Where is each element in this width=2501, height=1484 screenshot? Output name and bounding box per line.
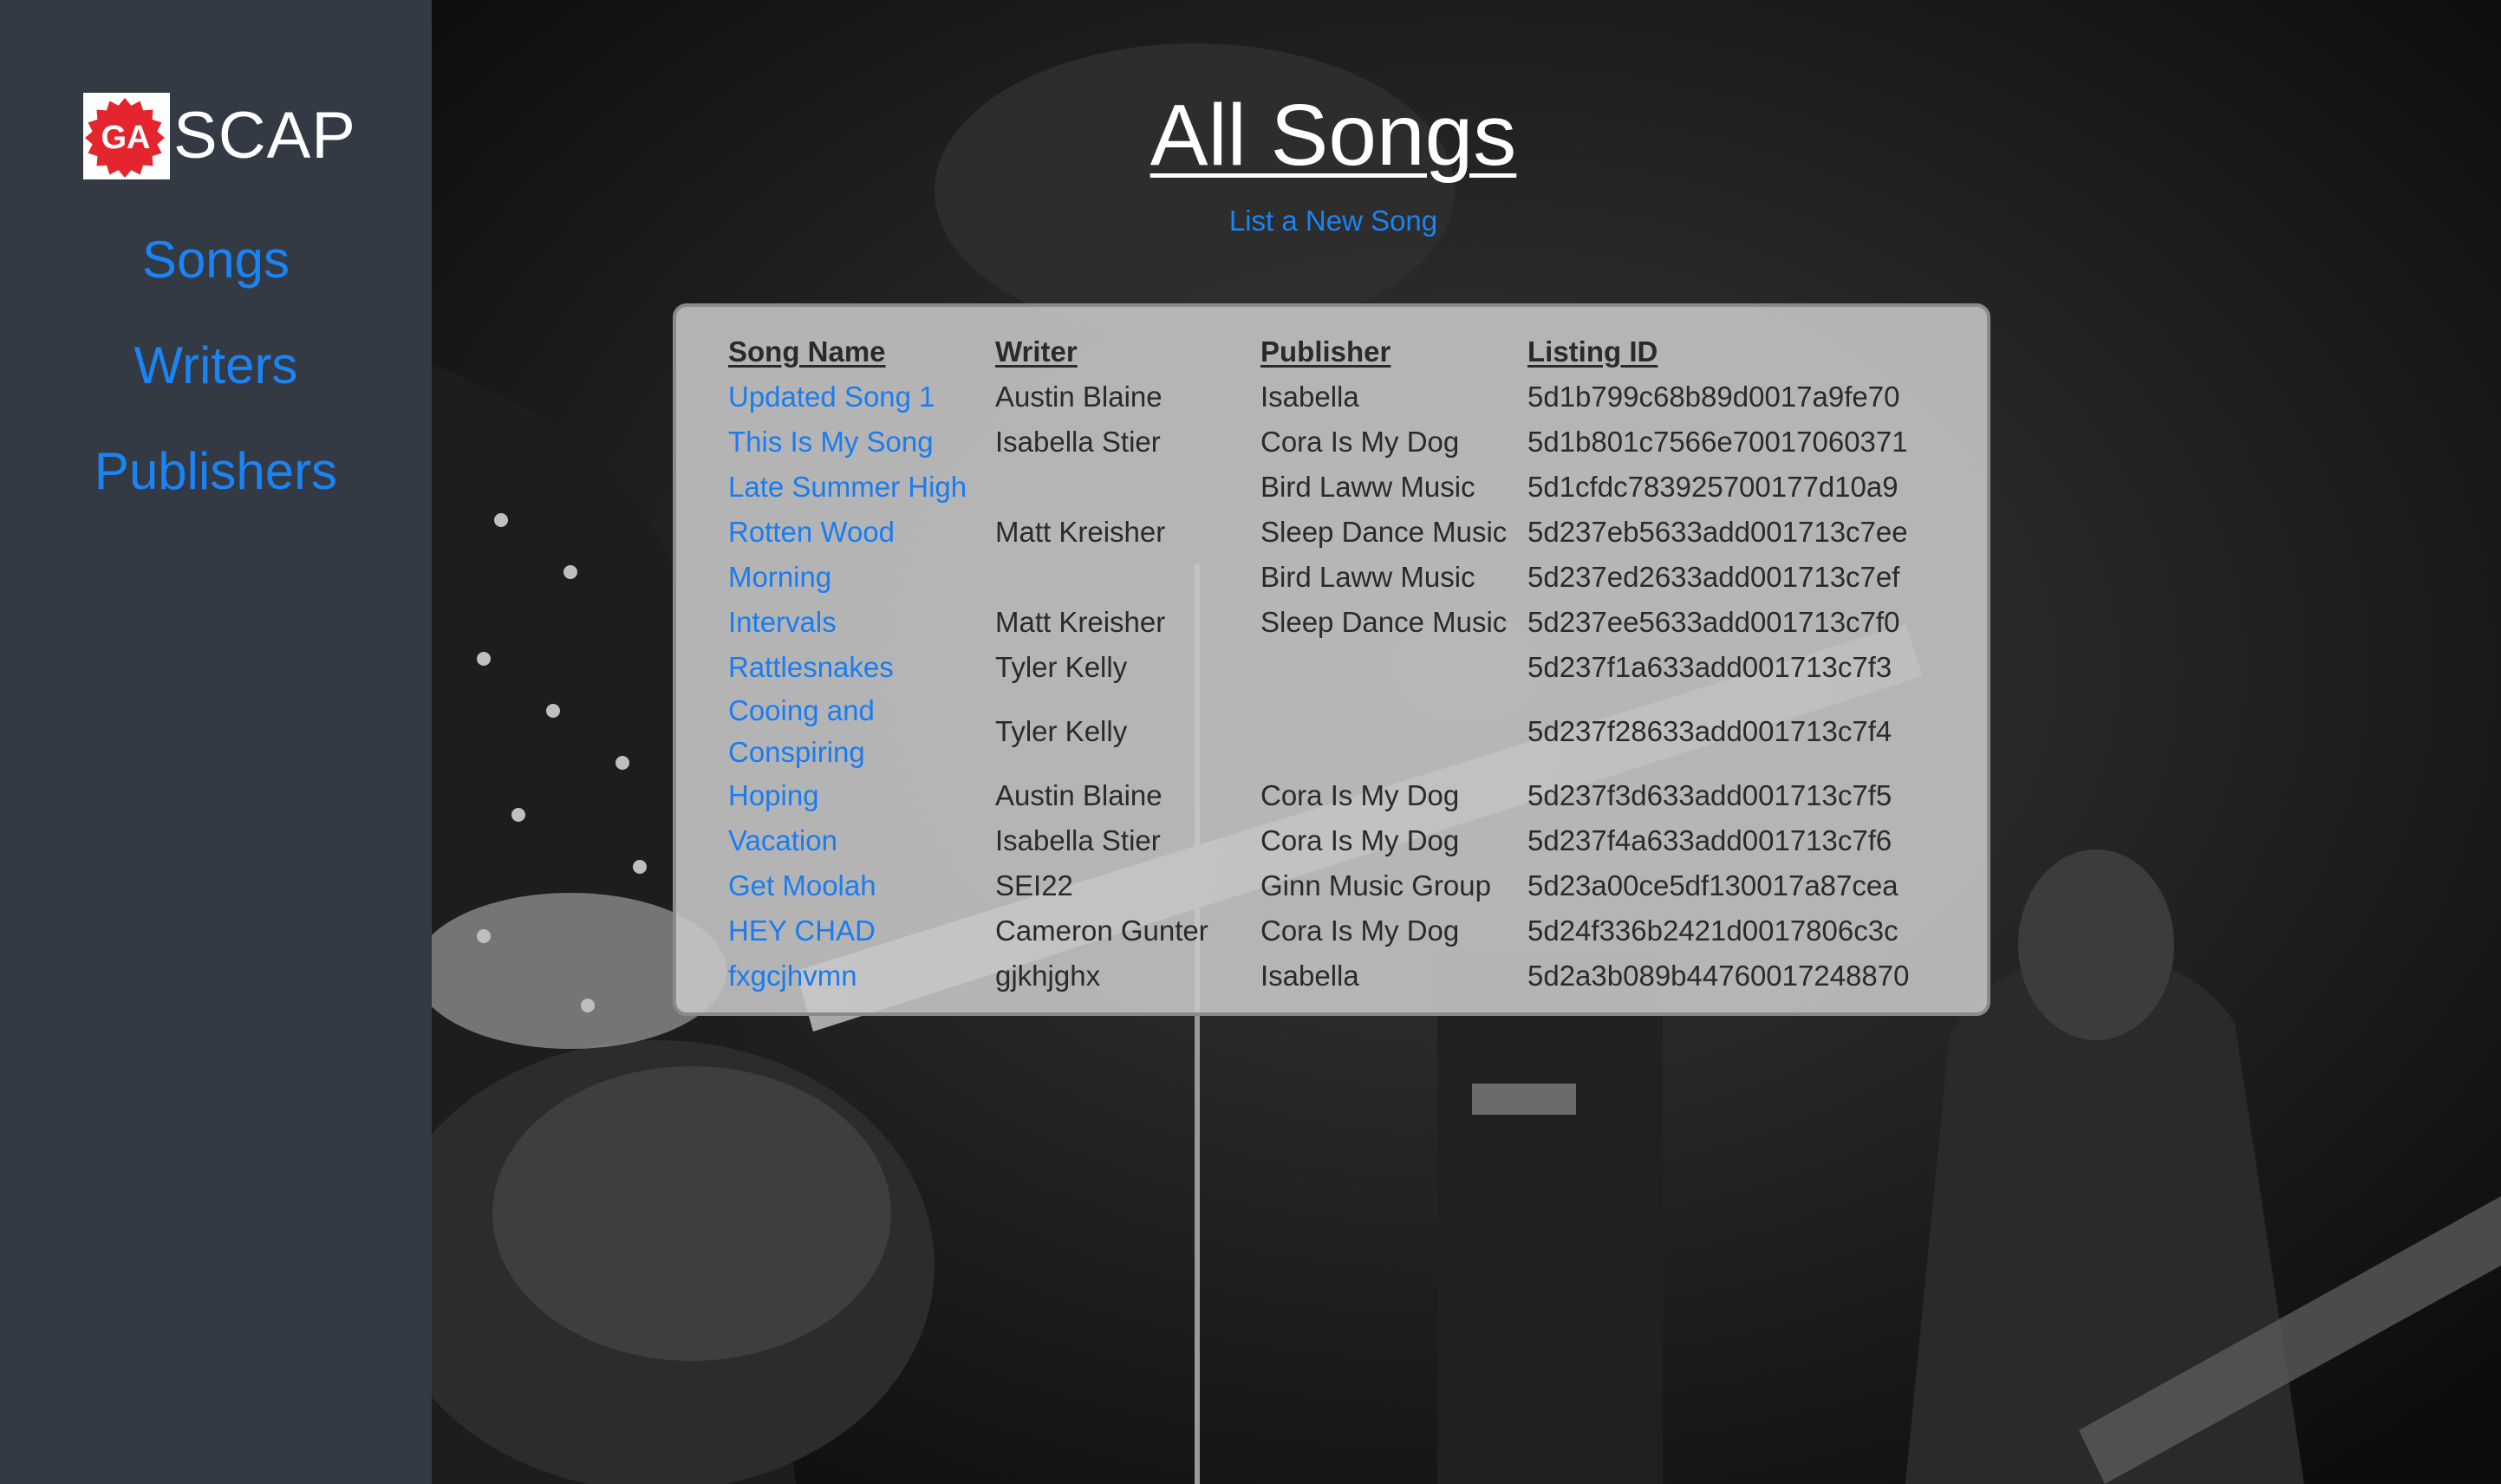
song-name-link[interactable]: This Is My Song [728, 420, 995, 465]
listing-id-cell: 5d2a3b089b44760017248870 [1527, 960, 1910, 992]
writer-cell: Matt Kreisher [995, 516, 1166, 548]
listing-id-cell: 5d1b799c68b89d0017a9fe70 [1527, 381, 1900, 413]
listing-id-cell: 5d1cfdc783925700177d10a9 [1527, 471, 1899, 503]
writer-cell: Matt Kreisher [995, 606, 1166, 638]
publisher-cell: Cora Is My Dog [1260, 914, 1460, 947]
writer-cell: Isabella Stier [995, 426, 1161, 458]
ga-logo-icon: GA [83, 93, 170, 179]
song-name-link[interactable]: Cooing and Conspiring [728, 690, 980, 773]
table-row: Morning Bird Laww Music 5d237ed2633add00… [728, 555, 1935, 600]
publisher-cell [1260, 690, 1527, 773]
brand-name: SCAP [173, 99, 356, 172]
main-nav: Songs Writers Publishers [0, 234, 432, 551]
listing-id-cell: 5d237f3d633add001713c7f5 [1527, 779, 1892, 811]
page: GA SCAP Songs Writers Publishers All Son… [0, 0, 2501, 1484]
page-title: All Songs [1150, 87, 1517, 184]
nav-songs-link[interactable]: Songs [0, 234, 432, 286]
song-name-link[interactable]: Morning [728, 555, 995, 600]
table-row: Vacation Isabella Stier Cora Is My Dog 5… [728, 818, 1935, 863]
table-row: This Is My Song Isabella Stier Cora Is M… [728, 420, 1935, 465]
writer-cell [995, 555, 1260, 600]
song-name-link[interactable]: fxgcjhvmn [728, 954, 995, 999]
listing-id-cell: 5d237f28633add001713c7f4 [1527, 715, 1892, 747]
publisher-cell: Ginn Music Group [1260, 869, 1491, 901]
table-row: Rattlesnakes Tyler Kelly 5d237f1a633add0… [728, 645, 1935, 690]
column-header-writer: Writer [995, 335, 1078, 368]
songs-table: Song Name Writer Publisher Listing ID Up… [728, 329, 1935, 999]
publisher-cell: Cora Is My Dog [1260, 426, 1460, 458]
writer-cell: gjkhjghx [995, 960, 1101, 992]
writer-cell: Isabella Stier [995, 824, 1161, 856]
table-row: Rotten Wood Matt Kreisher Sleep Dance Mu… [728, 510, 1935, 555]
song-name-link[interactable]: Late Summer High [728, 465, 995, 510]
column-header-publisher: Publisher [1260, 335, 1391, 368]
table-row: Intervals Matt Kreisher Sleep Dance Musi… [728, 600, 1935, 645]
listing-id-cell: 5d23a00ce5df130017a87cea [1527, 869, 1899, 901]
song-name-link[interactable]: Rotten Wood [728, 510, 995, 555]
list-new-song-link[interactable]: List a New Song [432, 205, 2235, 238]
publisher-cell: Isabella [1260, 381, 1359, 413]
column-header-song-name: Song Name [728, 335, 886, 368]
publisher-cell [1260, 645, 1527, 690]
listing-id-cell: 5d237eb5633add001713c7ee [1527, 516, 1908, 548]
publisher-cell: Cora Is My Dog [1260, 779, 1460, 811]
brand[interactable]: GA SCAP [83, 92, 356, 180]
listing-id-cell: 5d237ee5633add001713c7f0 [1527, 606, 1900, 638]
table-row: Late Summer High Bird Laww Music 5d1cfdc… [728, 465, 1935, 510]
publisher-cell: Isabella [1260, 960, 1359, 992]
main-content: All Songs List a New Song Song Name Writ… [432, 0, 2501, 1484]
table-row: Updated Song 1 Austin Blaine Isabella 5d… [728, 374, 1935, 420]
listing-id-cell: 5d237f1a633add001713c7f3 [1527, 651, 1892, 683]
listing-id-cell: 5d24f336b2421d0017806c3c [1527, 914, 1899, 947]
table-row: Cooing and Conspiring Tyler Kelly 5d237f… [728, 690, 1935, 773]
listing-id-cell: 5d1b801c7566e70017060371 [1527, 426, 1908, 458]
writer-cell: Tyler Kelly [995, 715, 1128, 747]
publisher-cell: Bird Laww Music [1260, 561, 1475, 593]
table-row: HEY CHAD Cameron Gunter Cora Is My Dog 5… [728, 908, 1935, 954]
writer-cell: Austin Blaine [995, 381, 1163, 413]
songs-table-panel: Song Name Writer Publisher Listing ID Up… [673, 303, 1990, 1016]
nav-publishers-link[interactable]: Publishers [0, 446, 432, 498]
writer-cell: Cameron Gunter [995, 914, 1208, 947]
listing-id-cell: 5d237ed2633add001713c7ef [1527, 561, 1900, 593]
publisher-cell: Cora Is My Dog [1260, 824, 1460, 856]
song-name-link[interactable]: Vacation [728, 818, 995, 863]
sidebar: GA SCAP Songs Writers Publishers [0, 0, 433, 1484]
song-name-link[interactable]: Hoping [728, 773, 995, 818]
nav-writers-link[interactable]: Writers [0, 340, 432, 392]
song-name-link[interactable]: Updated Song 1 [728, 374, 995, 420]
publisher-cell: Sleep Dance Music [1260, 606, 1508, 638]
listing-id-cell: 5d237f4a633add001713c7f6 [1527, 824, 1892, 856]
song-name-link[interactable]: HEY CHAD [728, 908, 995, 954]
logo-text: GA [101, 120, 151, 156]
table-row: Hoping Austin Blaine Cora Is My Dog 5d23… [728, 773, 1935, 818]
song-name-link[interactable]: Intervals [728, 600, 995, 645]
publisher-cell: Sleep Dance Music [1260, 516, 1508, 548]
writer-cell: Austin Blaine [995, 779, 1163, 811]
table-header-row: Song Name Writer Publisher Listing ID [728, 329, 1935, 374]
column-header-listing-id: Listing ID [1527, 335, 1658, 368]
publisher-cell: Bird Laww Music [1260, 471, 1475, 503]
writer-cell: Tyler Kelly [995, 651, 1128, 683]
writer-cell: SEI22 [995, 869, 1073, 901]
writer-cell [995, 465, 1260, 510]
table-row: fxgcjhvmn gjkhjghx Isabella 5d2a3b089b44… [728, 954, 1935, 999]
song-name-link[interactable]: Get Moolah [728, 863, 995, 908]
table-row: Get Moolah SEI22 Ginn Music Group 5d23a0… [728, 863, 1935, 908]
song-name-link[interactable]: Rattlesnakes [728, 645, 995, 690]
